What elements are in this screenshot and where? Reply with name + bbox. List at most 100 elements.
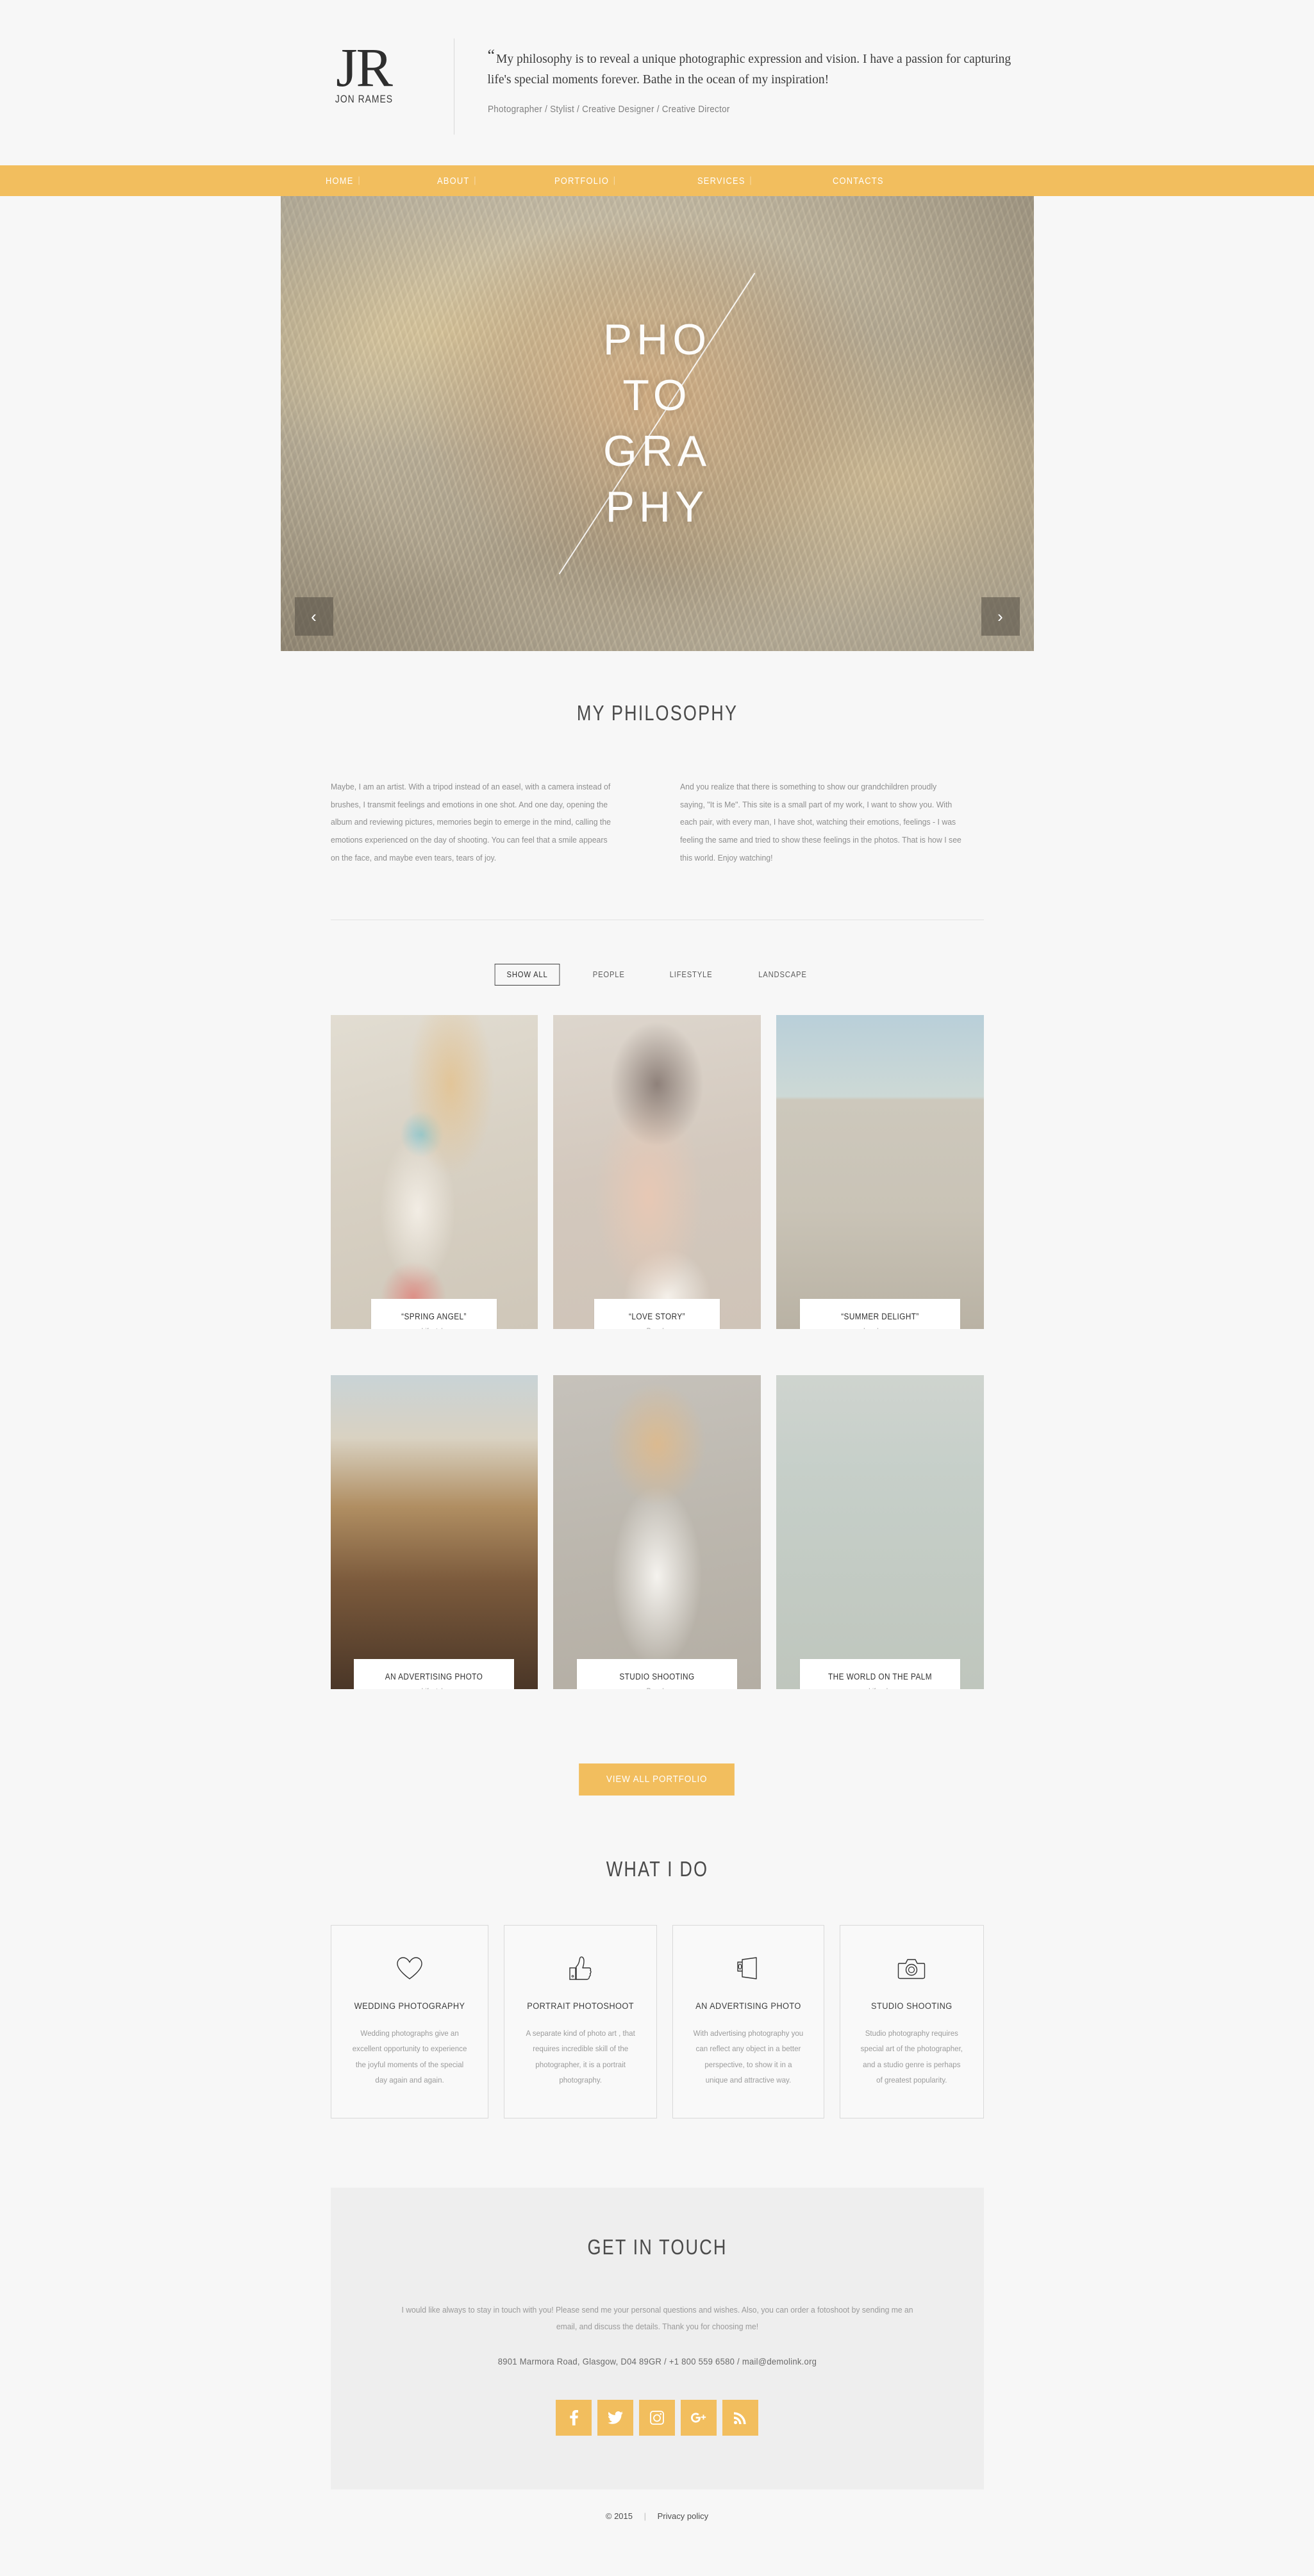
services-title: WHAT I DO [606,1856,708,1881]
slider-prev-arrow-icon[interactable]: ‹ [294,597,333,636]
thumbs-up-icon [521,1953,640,1985]
megaphone-icon [690,1953,807,1985]
service-card-wedding[interactable]: WEDDING PHOTOGRAPHY Wedding photographs … [330,1924,488,2118]
portfolio-caption: AN ADVERTISING PHOTO Lifestyle [354,1658,515,1689]
portfolio-section: SHOW ALL PEOPLE LIFESTYLE LANDSCAPE “SPR… [281,920,1034,1796]
filter-people[interactable]: PEOPLE [581,964,637,986]
portfolio-image [553,1014,761,1329]
site-header: JR JON RAMES “My philosophy is to reveal… [0,0,1314,165]
portfolio-item[interactable]: THE WORLD ON THE PALM Lifesyle [776,1375,984,1689]
slider-next-arrow-icon[interactable]: › [981,597,1020,636]
portfolio-item[interactable]: “LOVE STORY” People [553,1014,761,1329]
portfolio-image [330,1014,538,1329]
nav-list: HOME ABOUT PORTFOLIO SERVICES CONTACTS [281,176,1034,186]
hero-slider: PHO TO GRA PHY ‹ › [280,196,1034,651]
hero-title-line-4: PHY [605,483,709,532]
quote-text: My philosophy is to reveal a unique phot… [487,53,1011,87]
service-text: Studio photography requires special art … [860,2028,963,2085]
copyright-text: © 2015 [605,2511,633,2522]
rss-icon [734,2412,746,2425]
portfolio-item-category: Landscape [812,1326,947,1329]
social-link-rss[interactable] [722,2400,758,2436]
contact-section: GET IN TOUCH I would like always to stay… [330,2187,984,2490]
portfolio-caption: STUDIO SHOOTING People [577,1658,737,1689]
filter-lifestyle[interactable]: LIFESTYLE [658,964,724,986]
camera-icon [857,1953,967,1985]
heart-icon [348,1953,471,1985]
hero-title-line-2: TO [622,370,692,420]
nav-item-contacts[interactable]: CONTACTS [833,176,884,186]
portfolio-image [330,1375,538,1689]
portfolio-image [553,1375,761,1689]
portfolio-item-title: THE WORLD ON THE PALM [827,1671,932,1681]
service-card-studio[interactable]: STUDIO SHOOTING Studio photography requi… [839,1924,984,2118]
portfolio-item-title: “SUMMER DELIGHT” [840,1311,919,1321]
twitter-icon [608,2411,623,2424]
service-text: A separate kind of photo art , that requ… [526,2028,635,2085]
contact-intro-text: I would like always to stay in touch wit… [401,2304,913,2331]
portfolio-grid-row-1: “SPRING ANGEL” Lifestyle “LOVE STORY” Pe… [281,1014,1034,1329]
footer-separator: | [644,2511,647,2522]
brand-monogram: JR [336,37,393,98]
contact-title: GET IN TOUCH [586,2234,728,2259]
social-link-facebook[interactable] [556,2400,592,2436]
main-navigation: HOME ABOUT PORTFOLIO SERVICES CONTACTS [0,165,1314,196]
header-roles: Photographer / Stylist / Creative Design… [487,104,730,115]
service-text: Wedding photographs give an excellent op… [352,2028,467,2085]
portfolio-item-title: “LOVE STORY” [628,1311,685,1321]
portfolio-item-title: “SPRING ANGEL” [401,1311,467,1321]
nav-item-portfolio[interactable]: PORTFOLIO [554,176,643,186]
google-plus-icon [691,2413,706,2423]
philosophy-section: MY PHILOSOPHY Maybe, I am an artist. Wit… [281,651,1034,920]
filter-show-all[interactable]: SHOW ALL [494,963,560,986]
nav-item-home[interactable]: HOME [326,176,388,186]
instagram-icon [650,2411,664,2425]
facebook-icon [569,2410,578,2426]
nav-item-services[interactable]: SERVICES [697,176,779,186]
portfolio-item-category: Lifesyle [812,1687,947,1689]
social-link-twitter[interactable] [597,2400,633,2436]
contact-details: 8901 Marmora Road, Glasgow, D04 89GR / +… [497,2356,817,2367]
philosophy-column-right: And you realize that there is something … [680,782,961,863]
brand-logo[interactable]: JR JON RAMES [281,38,447,106]
portfolio-item-title: STUDIO SHOOTING [619,1671,695,1681]
social-link-google-plus[interactable] [681,2400,717,2436]
services-section: WHAT I DO WEDDING PHOTOGRAPHY Wedding ph… [281,1796,1034,2118]
social-links [382,2400,933,2436]
portfolio-caption: “SUMMER DELIGHT” Landscape [799,1298,960,1329]
portfolio-item-category: Lifestyle [382,1326,486,1329]
service-title: PORTRAIT PHOTOSHOOT [526,2001,634,2011]
filter-landscape[interactable]: LANDSCAPE [747,964,819,986]
brand-name: JON RAMES [335,92,393,105]
service-text: With advertising photography you can ref… [693,2028,804,2085]
hero-title-line-3: GRA [603,427,711,475]
philosophy-title: MY PHILOSOPHY [576,701,738,725]
portfolio-item[interactable]: AN ADVERTISING PHOTO Lifestyle [330,1375,538,1689]
hero-title: PHO TO GRA PHY [281,312,1034,535]
service-title: AN ADVERTISING PHOTO [695,2001,801,2011]
portfolio-caption: “SPRING ANGEL” Lifestyle [371,1298,497,1329]
portfolio-item[interactable]: STUDIO SHOOTING People [553,1375,761,1689]
view-all-portfolio-button[interactable]: VIEW ALL PORTFOLIO [579,1763,735,1796]
service-card-portrait[interactable]: PORTRAIT PHOTOSHOOT A separate kind of p… [503,1924,657,2118]
quote-mark-icon: “ [487,46,495,65]
view-all-row: VIEW ALL PORTFOLIO [281,1763,1034,1796]
page-root: JR JON RAMES “My philosophy is to reveal… [0,0,1314,2547]
service-card-advertising[interactable]: AN ADVERTISING PHOTO With advertising ph… [672,1924,824,2118]
portfolio-image [776,1375,984,1689]
header-quote: “My philosophy is to reveal a unique pho… [488,42,1034,90]
portfolio-image [776,1014,984,1329]
social-link-instagram[interactable] [639,2400,675,2436]
service-title: STUDIO SHOOTING [870,2001,952,2011]
site-footer: © 2015 | Privacy policy [0,2489,1314,2547]
hero-title-line-1: PHO [603,315,711,364]
portfolio-grid-row-2: AN ADVERTISING PHOTO Lifestyle STUDIO SH… [281,1375,1034,1689]
portfolio-item-category: Lifestyle [367,1687,502,1689]
portfolio-item-title: AN ADVERTISING PHOTO [385,1671,483,1681]
portfolio-item[interactable]: “SPRING ANGEL” Lifestyle [330,1014,538,1329]
privacy-policy-link[interactable]: Privacy policy [658,2511,708,2521]
nav-item-about[interactable]: ABOUT [437,176,504,186]
portfolio-item[interactable]: “SUMMER DELIGHT” Landscape [776,1014,984,1329]
portfolio-item-category: People [605,1326,709,1329]
portfolio-caption: THE WORLD ON THE PALM Lifesyle [799,1658,960,1689]
